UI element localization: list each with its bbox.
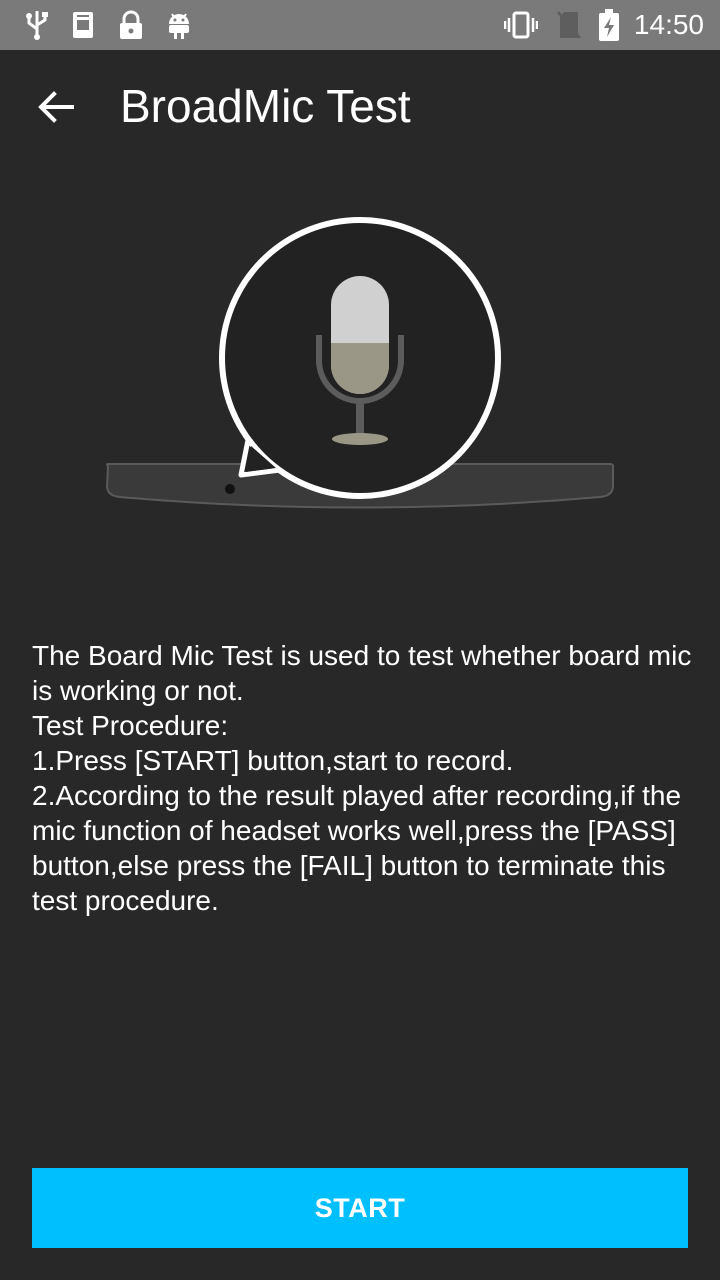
no-sim-icon [552, 8, 586, 42]
android-icon [162, 8, 196, 42]
start-button[interactable]: START [32, 1168, 688, 1248]
arrow-back-icon[interactable] [30, 84, 82, 130]
lock-icon [114, 8, 148, 42]
status-bar: 14:50 [0, 0, 720, 50]
usb-icon [20, 8, 54, 42]
app-bar: BroadMic Test [0, 50, 720, 162]
status-time: 14:50 [633, 9, 704, 40]
battery-charging-icon [592, 8, 626, 42]
test-description: The Board Mic Test is used to test wheth… [32, 640, 692, 916]
notification-icon [66, 8, 100, 42]
vibrate-icon [504, 8, 538, 42]
page-title: BroadMic Test [120, 80, 411, 132]
board-mic-illustration [100, 210, 620, 530]
